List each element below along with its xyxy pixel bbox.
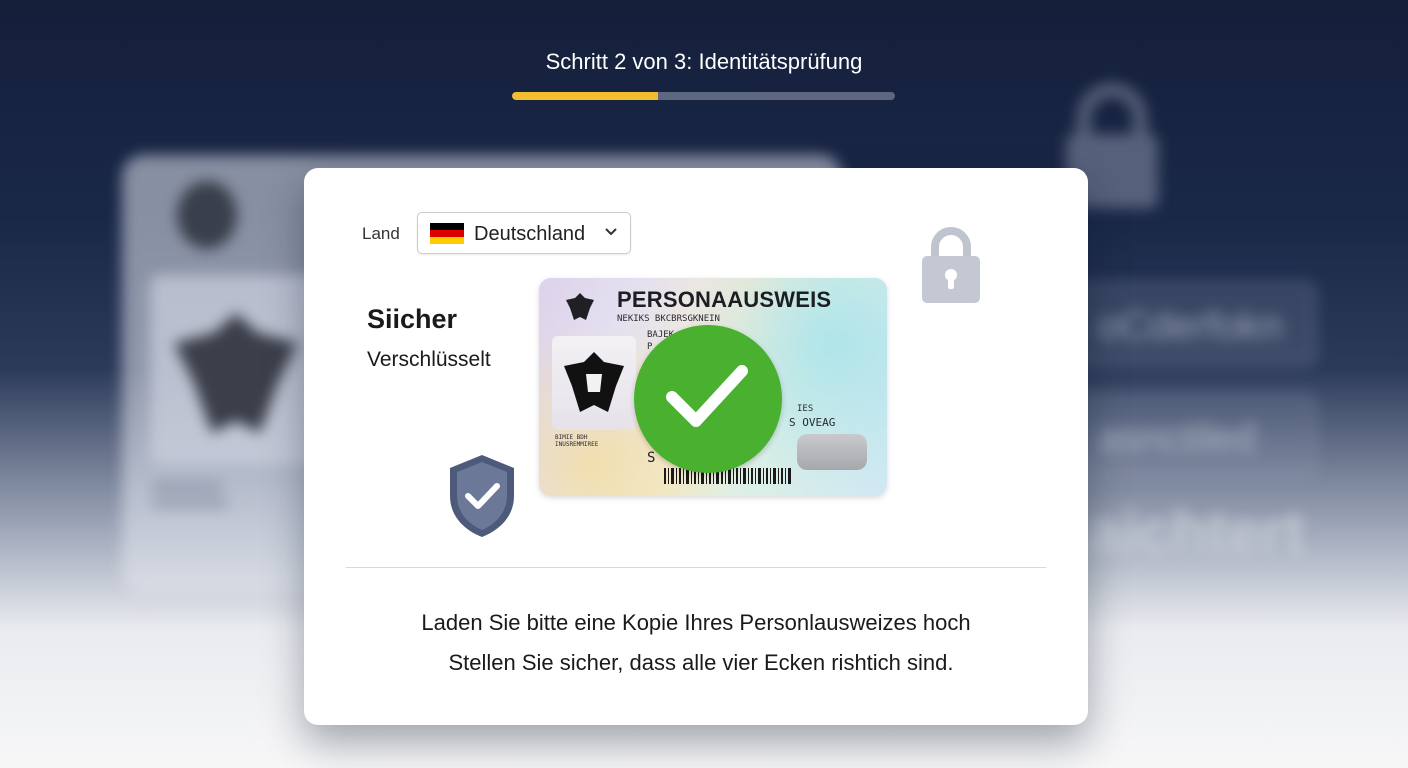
eagle-emblem-icon bbox=[566, 293, 594, 320]
id-card-photo bbox=[552, 336, 636, 430]
germany-flag-icon bbox=[430, 223, 464, 244]
background-text: aichtert bbox=[1088, 499, 1305, 566]
verification-card: Land Deutschland Siicher Verschlüsselt P… bbox=[304, 168, 1088, 725]
corners-instruction: Stellen Sie sicher, dass alle vier Ecken… bbox=[448, 650, 954, 675]
id-card-chip bbox=[797, 434, 867, 470]
id-card-signature: S bbox=[647, 450, 656, 466]
country-label: Land bbox=[362, 224, 400, 243]
divider bbox=[346, 567, 1046, 568]
verified-check-icon bbox=[634, 325, 782, 473]
background-field: oCderfokn bbox=[1070, 282, 1316, 366]
id-card-text: NEKIKS BKCBRSGKNEIN bbox=[617, 314, 720, 324]
id-card-text: BIMIE BDH bbox=[555, 434, 588, 441]
id-card-title: PERSONAAUSWEIS bbox=[617, 287, 832, 312]
country-select-value: Deutschland bbox=[474, 223, 586, 245]
eagle-emblem-icon bbox=[564, 352, 624, 412]
background-field: asnctiled bbox=[1070, 394, 1316, 478]
progress-bar-fill bbox=[512, 92, 658, 100]
security-subtitle: Verschlüsselt bbox=[367, 348, 491, 371]
id-card-text: INUSREMMIREE bbox=[555, 441, 599, 448]
country-select[interactable]: Deutschland bbox=[417, 212, 631, 254]
shield-check-icon bbox=[450, 455, 514, 537]
security-title: Siicher bbox=[367, 304, 458, 334]
upload-instruction: Laden Sie bitte eine Kopie Ihres Personl… bbox=[421, 610, 971, 635]
chevron-down-icon bbox=[605, 228, 617, 236]
background-text-line bbox=[152, 483, 222, 491]
lock-icon bbox=[922, 227, 980, 303]
step-title: Schritt 2 von 3: Identitätsprüfung bbox=[545, 49, 863, 74]
eagle-emblem-icon bbox=[174, 313, 298, 433]
progress-bar bbox=[512, 92, 895, 100]
barcode-icon bbox=[664, 468, 791, 484]
id-card-text: S OVEAG bbox=[789, 416, 836, 429]
id-card-text: IES bbox=[797, 404, 814, 414]
eagle-emblem-icon bbox=[177, 181, 237, 249]
background-text-line bbox=[152, 499, 228, 507]
